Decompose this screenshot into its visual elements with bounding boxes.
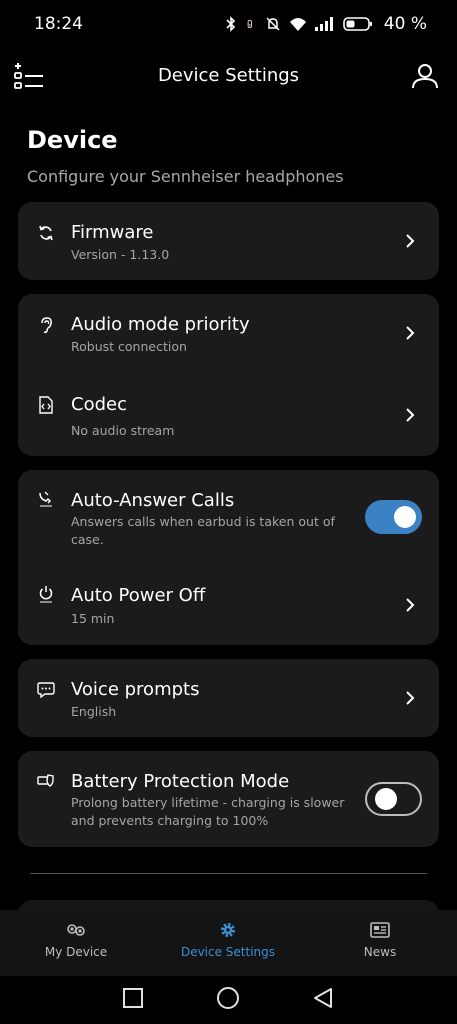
nav-device-settings[interactable]: Device Settings [152, 910, 304, 976]
chevron-right-icon [406, 408, 415, 422]
app-bar: Device Settings [0, 52, 457, 102]
page-title: Device Settings [157, 65, 300, 86]
battery-icon [342, 17, 372, 31]
bottom-navigation: My Device Device Settings News [0, 910, 457, 976]
status-time: 18:24 [34, 14, 83, 34]
auto-power-icon [39, 586, 53, 603]
nav-label-device-settings: Device Settings [180, 945, 276, 959]
voice-prompts-row[interactable]: Voice prompts English [18, 659, 439, 737]
back-triangle-icon[interactable] [311, 986, 335, 1010]
battery-small-icon [247, 20, 252, 28]
chevron-right-icon [406, 234, 415, 248]
system-navigation-bar [0, 976, 457, 1024]
codec-row[interactable]: Codec No audio stream [18, 374, 439, 456]
battery-protection-title: Battery Protection Mode [71, 771, 290, 792]
firmware-version: Version - 1.13.0 [71, 247, 170, 262]
status-icons: 40 % [222, 14, 427, 34]
speech-bubble-icon [37, 682, 55, 699]
codec-value: No audio stream [71, 423, 175, 438]
status-bar: 18:24 40 % [0, 0, 457, 50]
wifi-icon [289, 18, 306, 31]
chevron-right-icon [406, 598, 415, 612]
toggle-knob [375, 788, 397, 810]
audio-mode-value: Robust connection [71, 339, 187, 354]
battery-protection-card: Battery Protection Mode Prolong battery … [18, 751, 439, 847]
battery-shield-icon [37, 774, 54, 787]
firmware-row[interactable]: Firmware Version - 1.13.0 [18, 202, 439, 280]
home-circle-icon[interactable] [216, 986, 240, 1010]
battery-protection-toggle[interactable] [365, 782, 422, 816]
automation-card: Auto-Answer Calls Answers calls when ear… [18, 470, 439, 645]
audio-card: Audio mode priority Robust connection Co… [18, 294, 439, 456]
code-file-icon [39, 396, 53, 414]
toggle-knob [394, 506, 416, 528]
earbuds-icon [67, 924, 85, 936]
auto-power-off-title: Auto Power Off [71, 585, 206, 606]
auto-answer-description: Answers calls when earbud is taken out o… [71, 514, 335, 547]
section-divider [30, 873, 427, 874]
gear-icon [221, 923, 235, 937]
audio-mode-row[interactable]: Audio mode priority Robust connection [18, 294, 439, 374]
auto-answer-icon [39, 491, 52, 507]
nav-label-my-device: My Device [44, 945, 108, 959]
auto-answer-row: Auto-Answer Calls Answers calls when ear… [18, 470, 439, 560]
section-subheading: Configure your Sennheiser headphones [27, 167, 344, 186]
recents-square-icon[interactable] [121, 986, 145, 1010]
battery-protection-row: Battery Protection Mode Prolong battery … [18, 751, 439, 847]
nav-label-news: News [363, 945, 397, 959]
voice-prompts-card: Voice prompts English [18, 659, 439, 737]
audio-mode-title: Audio mode priority [71, 314, 250, 335]
auto-power-off-row[interactable]: Auto Power Off 15 min [18, 560, 439, 645]
mute-icon [266, 17, 280, 31]
chevron-right-icon [406, 691, 415, 705]
auto-answer-toggle[interactable] [365, 500, 422, 534]
chevron-right-icon [406, 326, 415, 340]
battery-percent: 40 % [383, 14, 427, 34]
firmware-title: Firmware [71, 222, 154, 243]
auto-power-off-value: 15 min [71, 611, 115, 626]
section-heading: Device [27, 126, 118, 154]
ear-icon [41, 317, 52, 334]
voice-prompts-title: Voice prompts [71, 679, 200, 700]
nav-news[interactable]: News [304, 910, 456, 976]
user-icon[interactable] [411, 62, 439, 90]
codec-title: Codec [71, 394, 127, 415]
refresh-icon [39, 225, 53, 241]
nav-my-device[interactable]: My Device [0, 910, 152, 976]
bluetooth-icon [226, 16, 235, 32]
signal-icon [314, 17, 333, 31]
news-icon [370, 922, 390, 938]
voice-prompts-language: English [71, 704, 117, 719]
auto-answer-title: Auto-Answer Calls [71, 490, 235, 511]
firmware-card: Firmware Version - 1.13.0 [18, 202, 439, 280]
battery-protection-description: Prolong battery lifetime - charging is s… [71, 795, 345, 828]
